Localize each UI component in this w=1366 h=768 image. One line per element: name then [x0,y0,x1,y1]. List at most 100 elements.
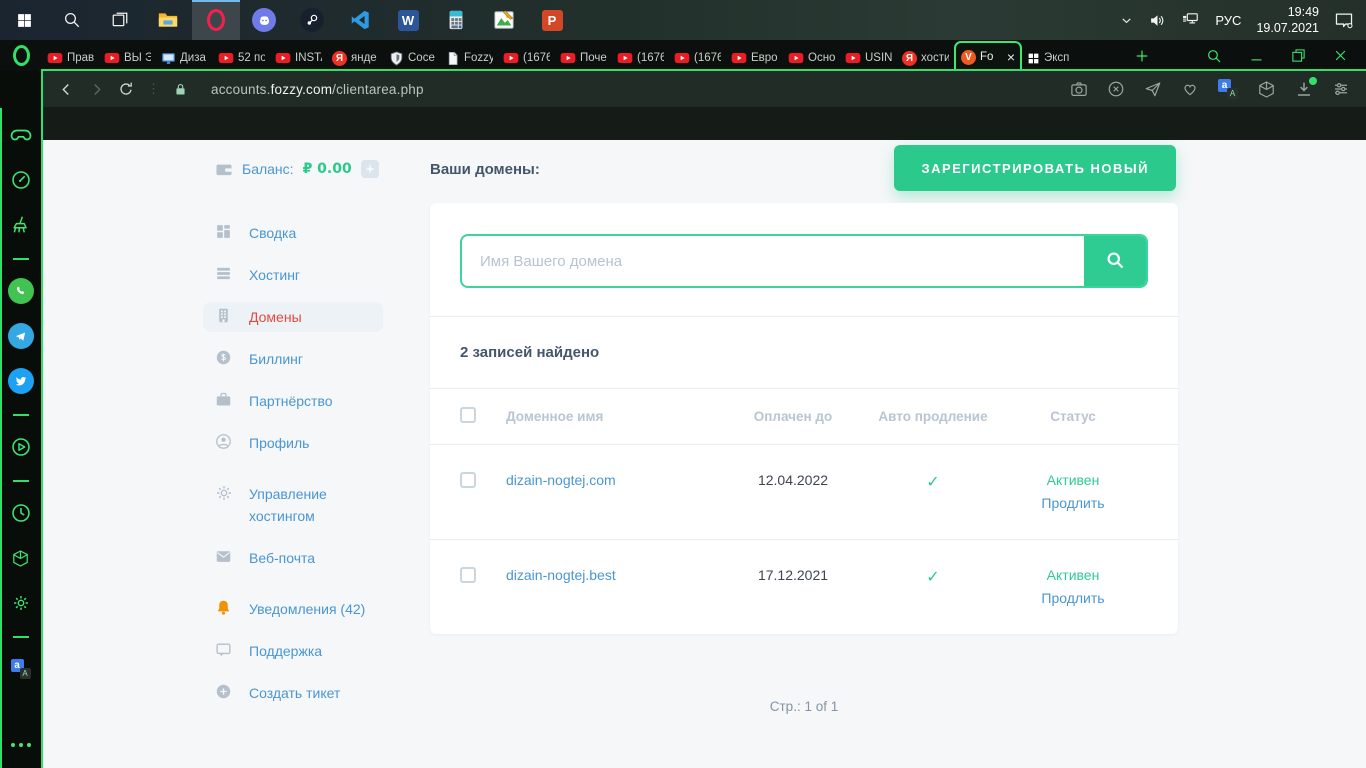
easy-setup-icon[interactable] [1332,80,1350,98]
flow-icon[interactable] [1144,80,1162,98]
extension-icon[interactable] [1257,80,1276,99]
menu-item-coin[interactable]: Биллинг [203,344,383,374]
minimize-button[interactable] [1249,48,1264,63]
clock-icon[interactable] [0,501,41,525]
menu-item-dashboard[interactable]: Сводка [203,218,383,248]
browser-tab[interactable]: Поче [555,45,612,71]
register-new-domain-button[interactable]: ЗАРЕГИСТРИРОВАТЬ НОВЫЙ [894,145,1176,191]
menu-item-gear[interactable]: Управление хостингом [203,479,383,531]
menu-item-user[interactable]: Профиль [203,428,383,458]
domain-link[interactable]: dizain-nogtej.com [506,472,718,488]
gear-icon[interactable] [0,591,41,615]
row-checkbox[interactable] [460,567,476,583]
taskbar-app-word[interactable]: W [384,0,432,40]
sidebar-more-icon[interactable] [0,734,41,752]
browser-tab[interactable]: Осно [783,45,840,71]
url-bar[interactable]: accounts.fozzy.com/clientarea.php [211,82,424,97]
bookmark-icon[interactable] [1181,80,1199,98]
taskbar-app-image-editor[interactable] [480,0,528,40]
action-center-icon[interactable] [1334,11,1354,30]
tray-expand-icon[interactable] [1119,13,1134,28]
taskbar-app-opera-gx[interactable] [192,0,240,40]
browser-tab[interactable]: USIN [840,45,897,71]
search-box [460,234,1148,288]
volume-icon[interactable] [1149,12,1166,29]
browser-tab[interactable]: Яхости [897,45,954,71]
gamepad-icon[interactable] [0,123,41,147]
domain-link[interactable]: dizain-nogtej.best [506,567,718,583]
reload-icon[interactable] [118,81,134,97]
browser-tab[interactable]: (1676 [498,45,555,71]
browser-tab[interactable]: ВЫ Э [99,45,156,71]
taskbar-app-start[interactable] [0,0,48,40]
file-explorer-icon [157,10,179,30]
cube-icon[interactable] [0,546,41,570]
renew-link[interactable]: Продлить [998,590,1148,606]
browser-tab-active[interactable]: V Fo × [954,41,1022,71]
taskbar-app-vscode[interactable] [336,0,384,40]
taskbar-app-discord[interactable] [240,0,288,40]
telegram-icon[interactable] [0,323,41,349]
menu-item-building[interactable]: Домены [203,302,383,332]
translate-icon[interactable]: aA [0,657,41,681]
network-icon[interactable] [1181,12,1200,29]
browser-tab[interactable]: Сосе [384,45,441,71]
play-icon[interactable] [0,435,41,459]
domain-search-input[interactable] [462,236,1084,286]
translate-extension-icon[interactable]: aA [1218,79,1238,99]
browser-tab[interactable]: Евро [726,45,783,71]
browser-tab[interactable]: 52 по [213,45,270,71]
domain-search-button[interactable] [1084,236,1146,286]
browser-tab[interactable]: (1676 [669,45,726,71]
menu-item-envelope[interactable]: Веб-почта [203,543,383,573]
twitter-icon[interactable] [0,368,41,394]
menu-item-plus-circle[interactable]: Создать тикет [203,678,383,708]
browser-tab[interactable]: Fozzy [441,45,498,71]
browser-tab[interactable]: Яянде [327,45,384,71]
select-all-checkbox[interactable] [460,407,476,423]
taskbar-app-steam[interactable] [288,0,336,40]
new-tab-button[interactable] [1134,48,1150,64]
add-funds-button[interactable] [360,160,379,178]
taskbar-app-calculator[interactable] [432,0,480,40]
taskbar-app-file-explorer[interactable] [144,0,192,40]
lock-icon[interactable] [173,82,188,97]
taskbar-app-task-view[interactable] [96,0,144,40]
browser-tab[interactable]: INSTA [270,45,327,71]
opera-gx-logo-icon[interactable] [0,40,42,71]
col-status: Статус [1050,409,1096,424]
whatsapp-icon[interactable] [0,278,41,304]
tab-close-icon[interactable]: × [1007,50,1015,64]
snapshot-icon[interactable] [1070,80,1088,98]
language-indicator[interactable]: РУС [1215,13,1241,28]
tab-search-icon[interactable] [1206,48,1222,64]
forward-icon[interactable] [88,81,105,98]
browser-tab[interactable]: Прав [42,45,99,71]
taskbar-app-powerpoint[interactable]: P [528,0,576,40]
browser-tab[interactable]: Эксп [1022,45,1079,71]
broom-icon[interactable] [0,213,41,237]
browser-tab[interactable]: Диза [156,45,213,71]
tab-label: INSTA [295,52,322,64]
gear-icon [215,484,233,502]
tab-strip: Прав ВЫ Э Диза 52 по INSTA Яянде Сосе Fozzy (167… [42,40,1079,71]
menu-item-briefcase[interactable]: Партнёрство [203,386,383,416]
close-button[interactable] [1333,48,1348,63]
tray-clock[interactable]: 19:49 19.07.2021 [1256,4,1319,37]
menu-item-list[interactable]: Хостинг [203,260,383,290]
menu-item-chat[interactable]: Поддержка [203,636,383,666]
speedometer-icon[interactable] [0,168,41,192]
coin-icon [215,349,233,366]
start-icon [16,12,33,29]
tab-label: USIN [865,52,892,64]
renew-link[interactable]: Продлить [998,495,1148,511]
maximize-button[interactable] [1291,48,1306,63]
taskbar-app-search[interactable] [48,0,96,40]
browser-tab[interactable]: (1676 [612,45,669,71]
row-checkbox[interactable] [460,472,476,488]
downloads-icon[interactable] [1295,77,1317,98]
menu-item-bell[interactable]: Уведомления (42) [203,594,383,624]
back-icon[interactable] [58,81,75,98]
blocker-icon[interactable] [1107,80,1125,98]
vscode-icon [349,9,371,31]
